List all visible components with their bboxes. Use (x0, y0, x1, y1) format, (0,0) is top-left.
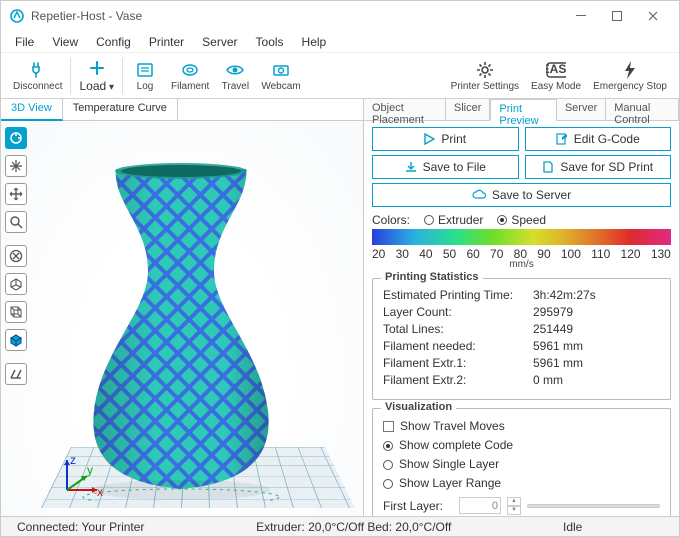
radio-speed[interactable]: Speed (497, 213, 546, 227)
colors-label: Colors: (372, 213, 410, 227)
menu-tools[interactable]: Tools (248, 33, 292, 51)
first-layer-input[interactable] (459, 497, 501, 514)
view-cube-solid-tool[interactable] (5, 329, 27, 351)
export-icon (405, 161, 417, 173)
emergency-stop-button[interactable]: Emergency Stop (587, 58, 673, 94)
save-file-button[interactable]: Save to File (372, 155, 519, 179)
view-rotate-tool[interactable] (5, 127, 27, 149)
radio-show-range[interactable]: Show Layer Range (383, 474, 660, 493)
view-zoom-tool[interactable] (5, 211, 27, 233)
filament-button[interactable]: Filament (165, 58, 215, 94)
visualization-group: Visualization Show Travel Moves Show com… (372, 408, 671, 516)
plug-icon (28, 60, 48, 80)
speed-spectrum (372, 229, 671, 245)
view-iso-tool[interactable] (5, 273, 27, 295)
gear-icon (475, 60, 495, 80)
tab-print-preview[interactable]: Print Preview (490, 99, 556, 121)
status-connection: Connected: Your Printer (7, 520, 154, 534)
easy-mode-button[interactable]: EASY Easy Mode (525, 58, 587, 94)
right-pane: Object Placement Slicer Print Preview Se… (364, 99, 679, 516)
first-layer-row: First Layer: ▲▼ (383, 497, 660, 514)
close-button[interactable] (635, 1, 671, 31)
view-parallel-tool[interactable] (5, 363, 27, 385)
axes-gizmo: z x y (57, 454, 103, 500)
eye-icon (225, 60, 245, 80)
printing-statistics-group: Printing Statistics Estimated Printing T… (372, 278, 671, 400)
bolt-icon (620, 60, 640, 80)
disconnect-button[interactable]: Disconnect (7, 58, 68, 94)
maximize-button[interactable] (599, 1, 635, 31)
sd-icon (542, 161, 554, 173)
model-vase (76, 161, 286, 501)
plus-icon (87, 58, 107, 78)
color-mode-row: Colors: Extruder Speed (372, 213, 671, 227)
first-layer-spinner[interactable]: ▲▼ (507, 497, 521, 514)
menu-view[interactable]: View (44, 33, 86, 51)
edit-gcode-button[interactable]: Edit G-Code (525, 127, 672, 151)
viewport-3d[interactable]: z x y (1, 121, 363, 516)
menu-help[interactable]: Help (294, 33, 335, 51)
radio-extruder[interactable]: Extruder (424, 213, 483, 227)
log-icon (135, 60, 155, 80)
camera-icon (271, 60, 291, 80)
first-layer-slider[interactable] (527, 504, 660, 508)
left-tabs: 3D View Temperature Curve (1, 99, 363, 121)
tab-slicer[interactable]: Slicer (446, 99, 491, 120)
filament-icon (180, 60, 200, 80)
travel-button[interactable]: Travel (215, 58, 255, 94)
status-idle: Idle (553, 520, 673, 534)
tab-object-placement[interactable]: Object Placement (364, 99, 446, 120)
titlebar: Repetier-Host - Vase (1, 1, 679, 31)
log-button[interactable]: Log (125, 58, 165, 94)
view-cube-wire-tool[interactable] (5, 301, 27, 323)
load-button[interactable]: Load ▾ (73, 56, 120, 95)
cloud-icon (472, 189, 486, 201)
svg-text:EASY: EASY (546, 62, 566, 76)
left-pane: 3D View Temperature Curve (1, 99, 364, 516)
svg-text:z: z (70, 454, 76, 467)
window-title: Repetier-Host - Vase (31, 9, 563, 23)
edit-icon (556, 133, 568, 145)
radio-show-complete[interactable]: Show complete Code (383, 436, 660, 455)
toolbar: Disconnect Load ▾ Log Filament Travel We… (1, 53, 679, 99)
radio-show-single[interactable]: Show Single Layer (383, 455, 660, 474)
minimize-button[interactable] (563, 1, 599, 31)
menu-config[interactable]: Config (88, 33, 139, 51)
menubar: File View Config Printer Server Tools He… (1, 31, 679, 53)
tab-manual-control[interactable]: Manual Control (606, 99, 679, 120)
menu-file[interactable]: File (7, 33, 42, 51)
print-button[interactable]: Print (372, 127, 519, 151)
easy-icon: EASY (546, 60, 566, 80)
save-sd-button[interactable]: Save for SD Print (525, 155, 672, 179)
statusbar: Connected: Your Printer Extruder: 20,0°C… (1, 517, 679, 536)
view-pan-tool[interactable] (5, 155, 27, 177)
tab-server[interactable]: Server (557, 99, 606, 120)
tab-temperature-curve[interactable]: Temperature Curve (63, 99, 178, 120)
play-icon (424, 133, 435, 145)
right-tabs: Object Placement Slicer Print Preview Se… (364, 99, 679, 121)
view-fit-tool[interactable] (5, 245, 27, 267)
svg-text:y: y (87, 463, 93, 477)
printer-settings-button[interactable]: Printer Settings (445, 58, 525, 94)
svg-text:x: x (97, 485, 103, 499)
menu-printer[interactable]: Printer (141, 33, 192, 51)
menu-server[interactable]: Server (194, 33, 245, 51)
app-icon (9, 8, 25, 24)
view-move-tool[interactable] (5, 183, 27, 205)
check-show-travel[interactable]: Show Travel Moves (383, 417, 660, 436)
tab-3d-view[interactable]: 3D View (1, 99, 63, 121)
webcam-button[interactable]: Webcam (255, 58, 306, 94)
save-server-button[interactable]: Save to Server (372, 183, 671, 207)
status-temps: Extruder: 20,0°C/Off Bed: 20,0°C/Off (154, 520, 553, 534)
